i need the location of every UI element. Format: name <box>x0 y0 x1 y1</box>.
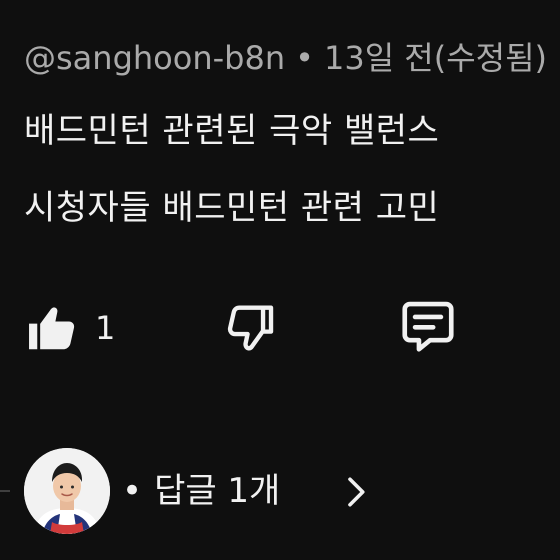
chevron-right-icon[interactable] <box>338 474 374 510</box>
thread-connector-line <box>0 490 10 492</box>
like-button[interactable] <box>22 296 82 360</box>
reply-author-avatar <box>24 448 110 534</box>
comment-meta: @sanghoon-b8n • 13일 전(수정됨) <box>24 34 547 82</box>
comment-timestamp: 13일 전(수정됨) <box>323 39 548 77</box>
comment-author[interactable]: @sanghoon-b8n <box>24 39 285 77</box>
thumbs-down-icon <box>227 305 274 351</box>
dislike-button[interactable] <box>218 296 282 360</box>
replies-count-label: 답글 1개 <box>154 471 281 511</box>
replies-toggle[interactable]: • 답글 1개 <box>122 466 280 516</box>
thumbs-up-icon <box>29 307 75 350</box>
reply-button[interactable] <box>394 292 462 360</box>
replies-row[interactable]: • 답글 1개 <box>0 448 560 534</box>
like-count: 1 <box>95 309 116 347</box>
meta-separator: • <box>295 39 314 77</box>
comment-text-line-2: 시청자들 배드민턴 관련 고민 <box>24 188 440 228</box>
replies-dot: • <box>122 471 143 511</box>
comment-icon <box>402 301 454 352</box>
comment-text-line-1: 배드민턴 관련된 극악 밸런스 <box>24 111 440 151</box>
avatar-icon <box>24 448 110 534</box>
